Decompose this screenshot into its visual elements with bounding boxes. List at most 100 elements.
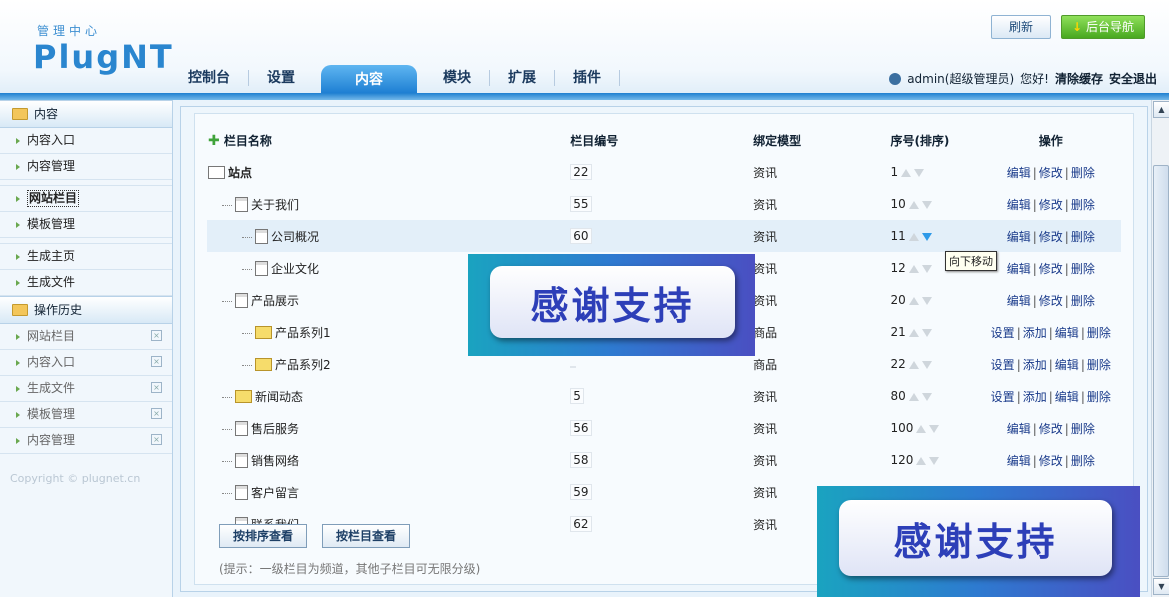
edit-link[interactable]: 编辑: [1055, 358, 1079, 372]
delete-link[interactable]: 删除: [1087, 326, 1111, 340]
move-up-icon[interactable]: [908, 392, 919, 401]
refresh-button[interactable]: 刷新: [991, 15, 1051, 39]
move-up-icon[interactable]: [916, 456, 927, 465]
modify-link[interactable]: 修改: [1039, 198, 1063, 212]
history-item[interactable]: 内容入口 ×: [0, 350, 172, 376]
close-icon[interactable]: ×: [151, 434, 162, 445]
settings-link[interactable]: 设置: [991, 358, 1015, 372]
column-name[interactable]: 站点: [228, 164, 252, 181]
settings-link[interactable]: 设置: [991, 326, 1015, 340]
tab-content[interactable]: 内容: [321, 65, 417, 93]
edit-link[interactable]: 编辑: [1055, 390, 1079, 404]
close-icon[interactable]: ×: [151, 382, 162, 393]
add-icon[interactable]: ✚: [208, 133, 220, 149]
move-up-icon[interactable]: [901, 168, 912, 177]
edit-link[interactable]: 编辑: [1007, 262, 1031, 276]
delete-link[interactable]: 删除: [1071, 166, 1095, 180]
cell-id: 60: [569, 220, 753, 252]
modify-link[interactable]: 修改: [1039, 230, 1063, 244]
delete-link[interactable]: 删除: [1087, 390, 1111, 404]
move-down-icon[interactable]: [921, 200, 932, 209]
move-down-icon[interactable]: [921, 392, 932, 401]
delete-link[interactable]: 删除: [1071, 294, 1095, 308]
delete-link[interactable]: 删除: [1071, 262, 1095, 276]
modify-link[interactable]: 修改: [1039, 166, 1063, 180]
edit-link[interactable]: 编辑: [1007, 198, 1031, 212]
column-name[interactable]: 产品展示: [251, 292, 299, 309]
column-name[interactable]: 公司概况: [271, 228, 319, 245]
history-item[interactable]: 模板管理 ×: [0, 402, 172, 428]
delete-link[interactable]: 删除: [1087, 358, 1111, 372]
edit-link[interactable]: 编辑: [1007, 422, 1031, 436]
scroll-down-icon[interactable]: ▼: [1153, 578, 1169, 595]
move-up-icon[interactable]: [916, 424, 927, 433]
logout-link[interactable]: 安全退出: [1109, 70, 1157, 87]
modify-link[interactable]: 修改: [1039, 294, 1063, 308]
delete-link[interactable]: 删除: [1071, 198, 1095, 212]
edit-link[interactable]: 编辑: [1007, 294, 1031, 308]
edit-link[interactable]: 编辑: [1007, 166, 1031, 180]
move-down-icon[interactable]: [921, 264, 932, 273]
move-down-icon[interactable]: [921, 360, 932, 369]
move-up-icon[interactable]: [908, 232, 919, 241]
delete-link[interactable]: 删除: [1071, 230, 1095, 244]
tab-settings[interactable]: 设置: [249, 63, 313, 93]
scroll-up-icon[interactable]: ▲: [1153, 101, 1169, 118]
edit-link[interactable]: 编辑: [1007, 454, 1031, 468]
column-name[interactable]: 销售网络: [251, 452, 299, 469]
sidebar-item-generate-files[interactable]: 生成文件: [0, 270, 172, 296]
view-by-column-button[interactable]: 按栏目查看: [322, 524, 411, 548]
modify-link[interactable]: 修改: [1039, 454, 1063, 468]
move-up-icon[interactable]: [908, 264, 919, 273]
move-up-icon[interactable]: [908, 200, 919, 209]
column-name[interactable]: 关于我们: [251, 196, 299, 213]
sidebar-item-generate-home[interactable]: 生成主页: [0, 244, 172, 270]
move-down-icon[interactable]: [929, 424, 940, 433]
sidebar-item-content-manage[interactable]: 内容管理: [0, 154, 172, 180]
scroll-thumb[interactable]: [1153, 165, 1169, 577]
edit-link[interactable]: 编辑: [1055, 326, 1079, 340]
move-down-icon[interactable]: [921, 328, 932, 337]
column-name[interactable]: 企业文化: [271, 260, 319, 277]
view-by-order-button[interactable]: 按排序查看: [219, 524, 308, 548]
tab-modules[interactable]: 模块: [425, 63, 489, 93]
move-down-icon[interactable]: [921, 232, 932, 241]
edit-link[interactable]: 编辑: [1007, 230, 1031, 244]
column-name[interactable]: 售后服务: [251, 420, 299, 437]
tab-dashboard[interactable]: 控制台: [170, 63, 248, 93]
vertical-scrollbar[interactable]: ▲ ▼: [1151, 100, 1169, 597]
history-item[interactable]: 内容管理 ×: [0, 428, 172, 454]
column-name[interactable]: 客户留言: [251, 484, 299, 501]
column-name[interactable]: 产品系列2: [275, 356, 331, 373]
move-up-icon[interactable]: [908, 328, 919, 337]
move-down-icon[interactable]: [914, 168, 925, 177]
settings-link[interactable]: 设置: [991, 390, 1015, 404]
move-up-icon[interactable]: [908, 360, 919, 369]
sidebar-section-content[interactable]: 内容: [0, 100, 172, 128]
history-item[interactable]: 生成文件 ×: [0, 376, 172, 402]
column-name[interactable]: 产品系列1: [275, 324, 331, 341]
move-down-icon[interactable]: [921, 296, 932, 305]
history-item[interactable]: 网站栏目 ×: [0, 324, 172, 350]
modify-link[interactable]: 修改: [1039, 422, 1063, 436]
column-name[interactable]: 新闻动态: [255, 388, 303, 405]
tab-plugins[interactable]: 插件: [555, 63, 619, 93]
delete-link[interactable]: 删除: [1071, 454, 1095, 468]
close-icon[interactable]: ×: [151, 356, 162, 367]
add-link[interactable]: 添加: [1023, 390, 1047, 404]
add-link[interactable]: 添加: [1023, 358, 1047, 372]
sidebar-section-history[interactable]: 操作历史: [0, 296, 172, 324]
move-down-icon[interactable]: [929, 456, 940, 465]
sidebar-item-templates[interactable]: 模板管理: [0, 212, 172, 238]
move-up-icon[interactable]: [908, 296, 919, 305]
close-icon[interactable]: ×: [151, 330, 162, 341]
add-link[interactable]: 添加: [1023, 326, 1047, 340]
modify-link[interactable]: 修改: [1039, 262, 1063, 276]
close-icon[interactable]: ×: [151, 408, 162, 419]
delete-link[interactable]: 删除: [1071, 422, 1095, 436]
tab-extensions[interactable]: 扩展: [490, 63, 554, 93]
sidebar-item-site-columns[interactable]: 网站栏目: [0, 186, 172, 212]
backend-nav-button[interactable]: ↓ 后台导航: [1061, 15, 1145, 39]
clear-cache-link[interactable]: 清除缓存: [1055, 70, 1103, 87]
sidebar-item-content-entry[interactable]: 内容入口: [0, 128, 172, 154]
